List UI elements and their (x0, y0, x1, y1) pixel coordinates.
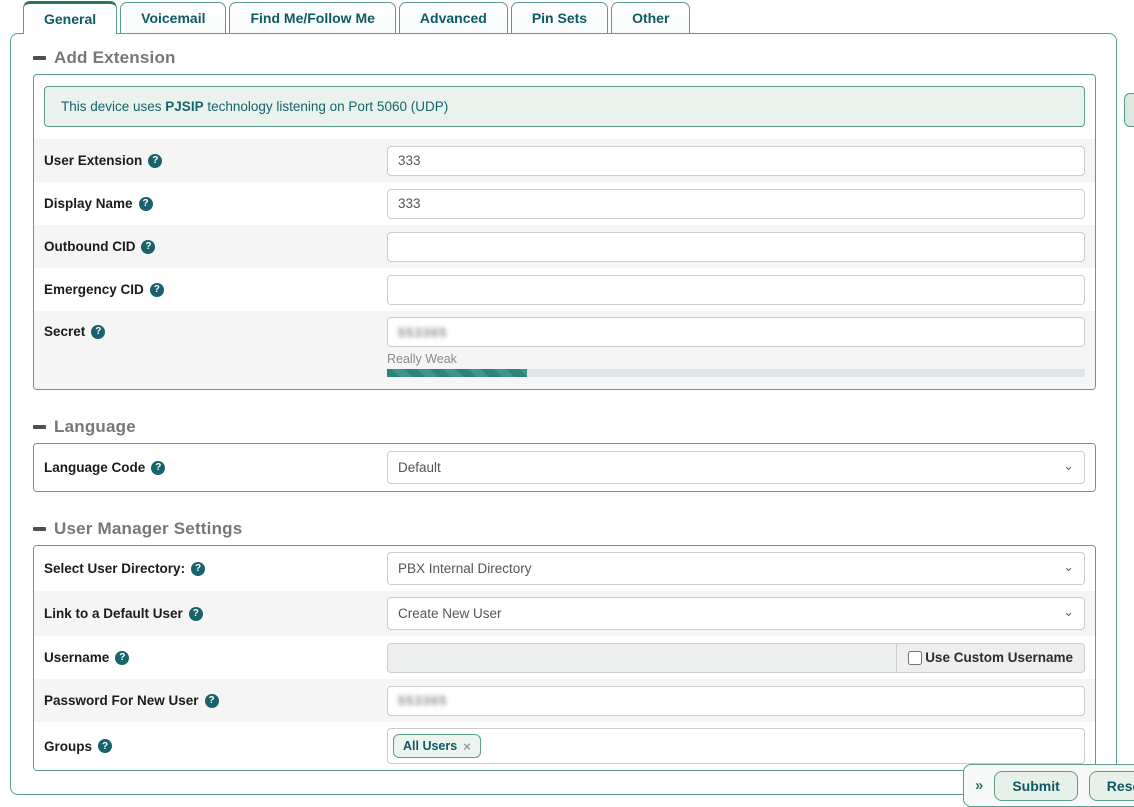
outbound-cid-input[interactable] (387, 232, 1085, 262)
tab-other[interactable]: Other (611, 2, 690, 33)
password-strength-label: Really Weak (387, 352, 1085, 366)
language-code-selected-value: Default (398, 460, 441, 475)
reset-button[interactable]: Reset (1089, 771, 1134, 801)
row-outbound-cid: Outbound CID ? (34, 225, 1095, 268)
user-directory-select[interactable]: PBX Internal Directory ⌄ (387, 552, 1085, 585)
user-directory-selected-value: PBX Internal Directory (398, 561, 532, 576)
row-select-user-directory: Select User Directory: ? PBX Internal Di… (34, 546, 1095, 591)
notice-tech: PJSIP (165, 99, 203, 114)
section-title: Add Extension (54, 48, 176, 68)
row-emergency-cid: Emergency CID ? (34, 268, 1095, 311)
secret-value-blurred: 553365 (398, 325, 447, 340)
row-user-extension: User Extension ? (34, 139, 1095, 182)
section-header-add-extension[interactable]: Add Extension (33, 48, 1096, 68)
notice-text-after: technology listening on Port 5060 (UDP) (204, 99, 449, 114)
help-icon[interactable]: ? (115, 651, 129, 665)
remove-tag-icon[interactable]: × (463, 740, 471, 753)
group-tag-label: All Users (403, 739, 457, 753)
emergency-cid-input[interactable] (387, 275, 1085, 305)
groups-label: Groups (44, 739, 92, 754)
section-title: Language (54, 417, 136, 437)
action-toolbar: » Submit Reset (963, 764, 1134, 807)
use-custom-username-label: Use Custom Username (925, 650, 1073, 665)
language-code-select[interactable]: Default ⌄ (387, 451, 1085, 484)
user-extension-label: User Extension (44, 153, 142, 168)
password-strength-bar-fill (387, 369, 527, 377)
help-icon[interactable]: ? (148, 154, 162, 168)
row-username: Username ? Use Custom Username (34, 636, 1095, 679)
secret-label: Secret (44, 324, 85, 339)
link-default-user-label: Link to a Default User (44, 606, 183, 621)
chevron-down-icon: ⌄ (1063, 560, 1074, 573)
row-secret: Secret ? 553365 Really Weak (34, 311, 1095, 389)
notice-text-before: This device uses (61, 99, 165, 114)
help-icon[interactable]: ? (151, 461, 165, 475)
display-name-label: Display Name (44, 196, 133, 211)
password-value-blurred: 553365 (398, 693, 447, 708)
device-technology-notice: This device uses PJSIP technology listen… (44, 86, 1085, 127)
emergency-cid-label: Emergency CID (44, 282, 144, 297)
password-strength-meter (387, 369, 1085, 377)
section-title: User Manager Settings (54, 519, 242, 539)
row-language-code: Language Code ? Default ⌄ (34, 444, 1095, 491)
help-icon[interactable]: ? (150, 283, 164, 297)
general-tab-panel: Add Extension This device uses PJSIP tec… (10, 33, 1117, 795)
help-icon[interactable]: ? (189, 607, 203, 621)
page: General Voicemail Find Me/Follow Me Adva… (0, 0, 1134, 807)
help-icon[interactable]: ? (91, 325, 105, 339)
row-password-new-user: Password For New User ? 553365 (34, 679, 1095, 722)
language-code-label: Language Code (44, 460, 145, 475)
username-input (387, 643, 896, 673)
help-icon[interactable]: ? (191, 562, 205, 576)
password-new-user-label: Password For New User (44, 693, 199, 708)
row-groups: Groups ? All Users × (34, 722, 1095, 770)
use-custom-username-addon[interactable]: Use Custom Username (896, 643, 1085, 673)
password-new-user-input[interactable]: 553365 (387, 686, 1085, 716)
groups-tag-input[interactable]: All Users × (387, 728, 1085, 764)
add-extension-fieldset: This device uses PJSIP technology listen… (33, 74, 1096, 390)
display-name-input[interactable] (387, 189, 1085, 219)
submit-button[interactable]: Submit (994, 771, 1077, 801)
section-header-user-manager[interactable]: User Manager Settings (33, 519, 1096, 539)
chevron-down-icon: ⌄ (1063, 605, 1074, 618)
help-icon[interactable]: ? (141, 240, 155, 254)
link-default-user-select[interactable]: Create New User ⌄ (387, 597, 1085, 630)
help-icon[interactable]: ? (205, 694, 219, 708)
use-custom-username-checkbox[interactable] (908, 651, 922, 665)
chevron-down-icon: ⌄ (1063, 459, 1074, 472)
select-user-directory-label: Select User Directory: (44, 561, 185, 576)
username-label: Username (44, 650, 109, 665)
side-panel-peek-button[interactable] (1124, 93, 1134, 127)
tab-pin-sets[interactable]: Pin Sets (511, 2, 608, 33)
language-fieldset: Language Code ? Default ⌄ (33, 443, 1096, 492)
secret-input[interactable]: 553365 (387, 317, 1085, 347)
tab-find-me-follow-me[interactable]: Find Me/Follow Me (229, 2, 395, 33)
user-extension-input[interactable] (387, 146, 1085, 176)
help-icon[interactable]: ? (139, 197, 153, 211)
tab-bar: General Voicemail Find Me/Follow Me Adva… (23, 2, 690, 34)
collapse-icon (33, 527, 46, 531)
toolbar-collapse-icon[interactable]: » (975, 777, 983, 794)
tab-advanced[interactable]: Advanced (399, 2, 508, 33)
tab-voicemail[interactable]: Voicemail (120, 2, 226, 33)
collapse-icon (33, 425, 46, 429)
section-header-language[interactable]: Language (33, 417, 1096, 437)
user-manager-fieldset: Select User Directory: ? PBX Internal Di… (33, 545, 1096, 771)
collapse-icon (33, 56, 46, 60)
group-tag-all-users: All Users × (393, 734, 481, 758)
tab-general[interactable]: General (23, 1, 117, 34)
outbound-cid-label: Outbound CID (44, 239, 135, 254)
link-default-user-selected-value: Create New User (398, 606, 502, 621)
help-icon[interactable]: ? (98, 739, 112, 753)
row-display-name: Display Name ? (34, 182, 1095, 225)
row-link-default-user: Link to a Default User ? Create New User… (34, 591, 1095, 636)
